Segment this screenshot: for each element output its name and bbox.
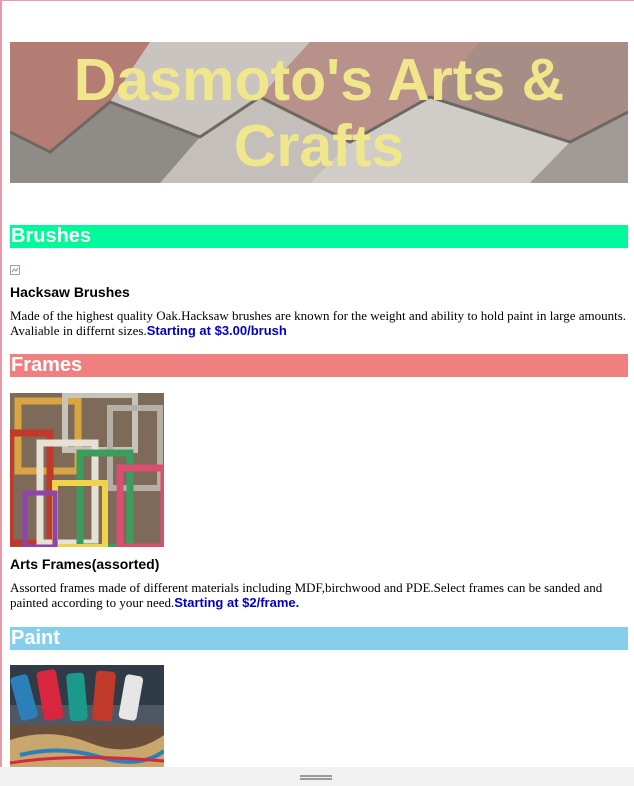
frames-image <box>10 393 164 547</box>
product-name-hacksaw-brushes: Hacksaw Brushes <box>10 284 130 300</box>
page-left-border <box>0 0 2 786</box>
page-title: Dasmoto's Arts & Crafts <box>73 47 565 179</box>
broken-image-icon <box>10 265 20 275</box>
product-name-arts-frames: Arts Frames(assorted) <box>10 556 160 572</box>
description-text: Assorted frames made of different materi… <box>10 580 603 610</box>
price-brushes: Starting at $3.00/brush <box>146 323 287 338</box>
page-top-border <box>0 0 634 1</box>
section-heading-brushes: Brushes <box>10 225 628 248</box>
description-text: Made of the highest quality Oak.Hacksaw … <box>10 308 627 338</box>
section-heading-paint: Paint <box>10 627 628 650</box>
paint-image <box>10 665 164 767</box>
product-description-brushes: Made of the highest quality Oak.Hacksaw … <box>10 308 628 338</box>
product-description-frames: Assorted frames made of different materi… <box>10 580 628 610</box>
price-frames: Starting at $2/frame. <box>174 595 300 610</box>
header-banner: Dasmoto's Arts & Crafts <box>10 42 628 183</box>
section-heading-frames: Frames <box>10 354 628 377</box>
drag-handle-icon[interactable] <box>300 775 332 780</box>
